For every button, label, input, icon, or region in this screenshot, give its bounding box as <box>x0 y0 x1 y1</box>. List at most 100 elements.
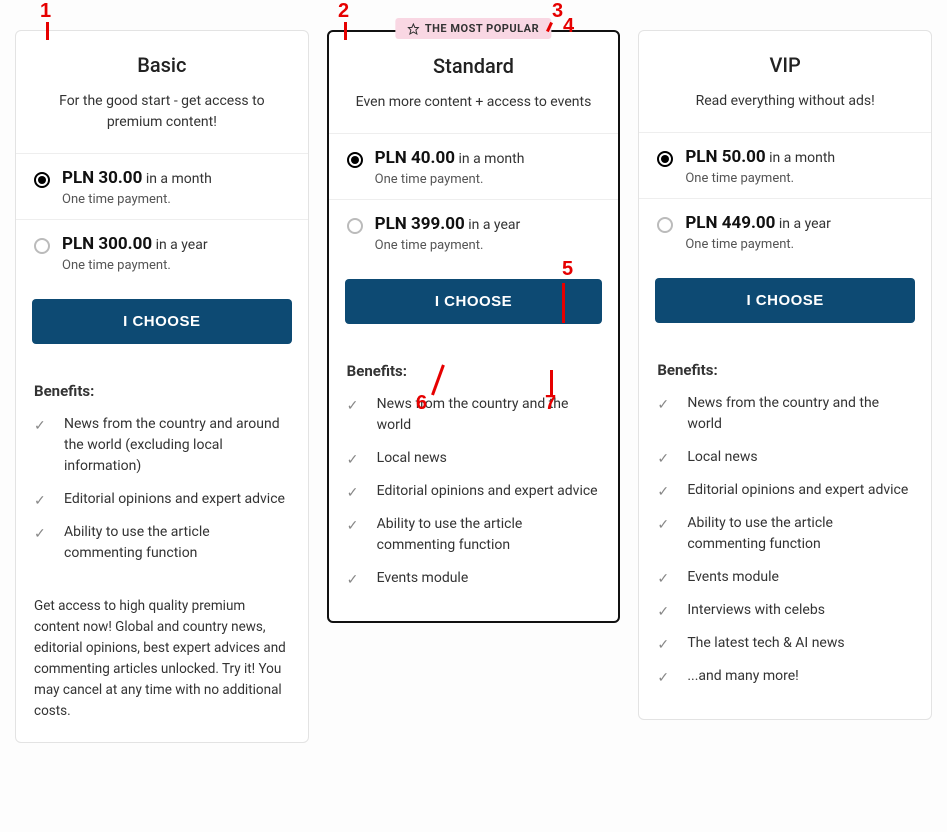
benefit-item: ✓Editorial opinions and expert advice <box>34 489 290 510</box>
plan-footer-text: Get access to high quality premium conte… <box>16 596 308 742</box>
plan-header: Standard Even more content + access to e… <box>329 32 619 133</box>
benefit-item: ✓Editorial opinions and expert advice <box>657 480 913 501</box>
price-note: One time payment. <box>62 258 290 273</box>
choose-button[interactable]: I CHOOSE <box>345 279 603 324</box>
benefit-item: ✓ Events module <box>657 567 913 588</box>
price-amount: PLN 30.00 <box>62 168 142 188</box>
price-option-monthly[interactable]: PLN 50.00 in a month One time payment. <box>639 133 931 199</box>
benefits-list: ✓ News from the country and the world ✓ Lo… <box>347 394 601 589</box>
benefit-text: Events module <box>687 569 779 585</box>
benefit-item: ✓ Ability to use the article commenting f… <box>34 522 290 564</box>
benefit-item: ✓ Local news <box>657 447 913 468</box>
price-period: in a year <box>779 216 831 232</box>
price-line: PLN 40.00 in a month <box>375 148 601 168</box>
radio-icon <box>657 217 673 233</box>
price-note: One time payment. <box>685 171 913 186</box>
check-icon: ✓ <box>347 396 359 417</box>
plan-title: Standard <box>347 54 601 78</box>
radio-icon <box>347 218 363 234</box>
price-note: One time payment. <box>62 192 290 207</box>
price-option-yearly[interactable]: PLN 449.00 in a year One time payment. <box>639 199 931 264</box>
benefit-text: Interviews with celebs <box>687 602 825 618</box>
price-line: PLN 300.00 in a year <box>62 234 290 254</box>
benefit-item: ✓...and many more! <box>657 666 913 687</box>
price-options: PLN 30.00 in a month One time payment. P… <box>16 153 308 285</box>
check-icon: ✓ <box>657 482 669 503</box>
benefit-text: News from the country and around the wor… <box>64 416 280 474</box>
price-period: in a year <box>156 237 208 253</box>
benefit-text: News from the country and the world <box>377 396 569 433</box>
pricing-row: Basic For the good start - get access to… <box>15 30 932 743</box>
price-note: One time payment. <box>685 237 913 252</box>
choose-wrap: I CHOOSE <box>16 285 308 352</box>
choose-button[interactable]: I CHOOSE <box>32 299 292 344</box>
price-option-monthly[interactable]: PLN 40.00 in a month One time payment. <box>329 134 619 200</box>
choose-button[interactable]: I CHOOSE <box>655 278 915 323</box>
choose-wrap: I CHOOSE <box>329 265 619 332</box>
plan-title: Basic <box>34 53 290 77</box>
benefit-text: Local news <box>687 449 757 465</box>
price-line: PLN 30.00 in a month <box>62 168 290 188</box>
benefit-item: ✓ Ability to use the article commenting f… <box>657 513 913 555</box>
price-option-yearly[interactable]: PLN 399.00 in a year One time payment. <box>329 200 619 265</box>
check-icon: ✓ <box>347 516 359 537</box>
plan-title: VIP <box>657 53 913 77</box>
price-option-monthly[interactable]: PLN 30.00 in a month One time payment. <box>16 154 308 220</box>
check-icon: ✓ <box>657 395 669 416</box>
check-icon: ✓ <box>347 450 359 471</box>
popular-badge: THE MOST POPULAR <box>396 18 551 39</box>
benefit-item: ✓ News from the country and the world <box>347 394 601 436</box>
price-amount: PLN 399.00 <box>375 214 465 234</box>
price-amount: PLN 50.00 <box>685 147 765 167</box>
check-icon: ✓ <box>657 449 669 470</box>
price-line: PLN 399.00 in a year <box>375 214 601 234</box>
check-icon: ✓ <box>657 569 669 590</box>
check-icon: ✓ <box>34 524 46 545</box>
benefit-text: ...and many more! <box>687 668 798 684</box>
price-options: PLN 50.00 in a month One time payment. P… <box>639 132 931 264</box>
benefit-text: Local news <box>377 450 447 466</box>
check-icon: ✓ <box>657 515 669 536</box>
price-amount: PLN 300.00 <box>62 234 152 254</box>
benefits-block: Benefits: ✓ News from the country and the… <box>639 331 931 719</box>
plan-card-basic: Basic For the good start - get access to… <box>15 30 309 743</box>
benefits-title: Benefits: <box>34 382 290 400</box>
benefit-text: Ability to use the article commenting fu… <box>687 515 833 552</box>
plan-subtitle: Read everything without ads! <box>657 91 913 112</box>
benefit-text: Editorial opinions and expert advice <box>64 491 285 507</box>
benefit-text: The latest tech & AI news <box>687 635 844 651</box>
check-icon: ✓ <box>347 570 359 591</box>
price-amount: PLN 449.00 <box>685 213 775 233</box>
benefit-text: Ability to use the article commenting fu… <box>64 524 210 561</box>
benefit-item: ✓ Ability to use the article commenting f… <box>347 514 601 556</box>
benefits-title: Benefits: <box>347 362 601 380</box>
benefits-title: Benefits: <box>657 361 913 379</box>
price-option-yearly[interactable]: PLN 300.00 in a year One time payment. <box>16 220 308 285</box>
check-icon: ✓ <box>657 635 669 656</box>
benefit-item: ✓ The latest tech & AI news <box>657 633 913 654</box>
benefit-item: ✓ News from the country and around the wo… <box>34 414 290 477</box>
plan-subtitle: Even more content + access to events <box>347 92 601 113</box>
radio-icon <box>347 152 363 168</box>
benefit-item: ✓ Local news <box>347 448 601 469</box>
popular-badge-label: THE MOST POPULAR <box>425 22 539 35</box>
benefits-list: ✓ News from the country and the world ✓ Lo… <box>657 393 913 687</box>
annotation-3: 3 <box>552 0 563 23</box>
benefit-text: Editorial opinions and expert advice <box>377 483 598 499</box>
check-icon: ✓ <box>34 416 46 437</box>
plan-card-standard: THE MOST POPULAR Standard Even more cont… <box>327 30 621 623</box>
benefit-text: News from the country and the world <box>687 395 879 432</box>
price-period: in a year <box>468 217 520 233</box>
benefit-text: Ability to use the article commenting fu… <box>377 516 523 553</box>
plan-card-vip: VIP Read everything without ads! PLN 50.… <box>638 30 932 720</box>
star-icon <box>408 23 420 35</box>
check-icon: ✓ <box>347 483 359 504</box>
annotation-2: 2 <box>338 0 349 23</box>
benefit-item: ✓Interviews with celebs <box>657 600 913 621</box>
benefits-block: Benefits: ✓ News from the country and aro… <box>16 352 308 596</box>
radio-icon <box>34 172 50 188</box>
benefit-item: ✓Events module <box>347 568 601 589</box>
plan-header: Basic For the good start - get access to… <box>16 31 308 153</box>
radio-icon <box>34 238 50 254</box>
radio-icon <box>657 151 673 167</box>
